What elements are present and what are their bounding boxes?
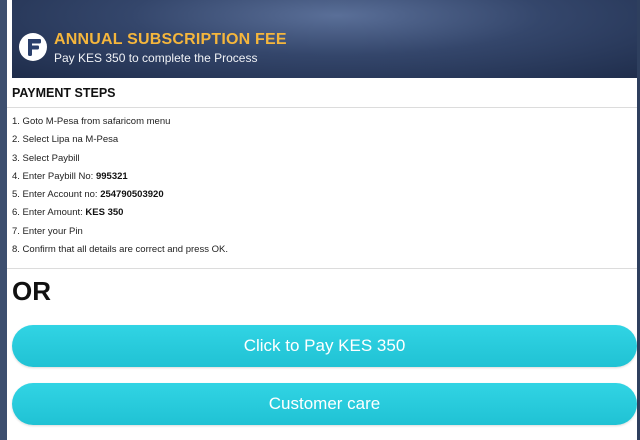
page-subtitle: Pay KES 350 to complete the Process: [54, 51, 258, 65]
left-edge-bar: [0, 0, 7, 440]
customer-care-button[interactable]: Customer care: [12, 383, 637, 425]
step-text: 5. Enter Account no:: [12, 189, 101, 201]
amount-value: KES 350: [85, 207, 124, 219]
step-text: 7. Enter your Pin: [12, 225, 83, 237]
section-title: PAYMENT STEPS: [12, 86, 116, 100]
page-title: ANNUAL SUBSCRIPTION FEE: [54, 31, 287, 48]
step-text: 3. Select Paybill: [12, 152, 80, 164]
step-text: 8. Confirm that all details are correct …: [12, 244, 228, 256]
app-logo-icon: [19, 33, 47, 61]
payment-step: 3. Select Paybill: [12, 153, 228, 171]
payment-step: 6. Enter Amount: KES 350: [12, 207, 228, 225]
payment-step: 8. Confirm that all details are correct …: [12, 244, 228, 262]
or-separator: OR: [12, 276, 51, 306]
header-banner: ANNUAL SUBSCRIPTION FEE Pay KES 350 to c…: [12, 0, 637, 78]
pay-button[interactable]: Click to Pay KES 350: [12, 325, 637, 367]
payment-steps-list: 1. Goto M-Pesa from safaricom menu 2. Se…: [12, 116, 228, 262]
payment-step: 4. Enter Paybill No: 995321: [12, 171, 228, 189]
step-text: 1. Goto M-Pesa from safaricom menu: [12, 116, 171, 127]
paybill-number: 995321: [95, 170, 128, 182]
divider: [7, 107, 637, 108]
step-text: 6. Enter Amount:: [12, 207, 86, 219]
payment-step: 2. Select Lipa na M-Pesa: [12, 134, 228, 152]
step-text: 4. Enter Paybill No:: [12, 170, 96, 182]
payment-step: 5. Enter Account no: 254790503920: [12, 189, 228, 207]
account-number: 254790503920: [100, 189, 164, 201]
divider: [7, 268, 637, 269]
payment-step: 1. Goto M-Pesa from safaricom menu: [12, 116, 228, 134]
step-text: 2. Select Lipa na M-Pesa: [12, 134, 119, 146]
payment-step: 7. Enter your Pin: [12, 226, 228, 244]
